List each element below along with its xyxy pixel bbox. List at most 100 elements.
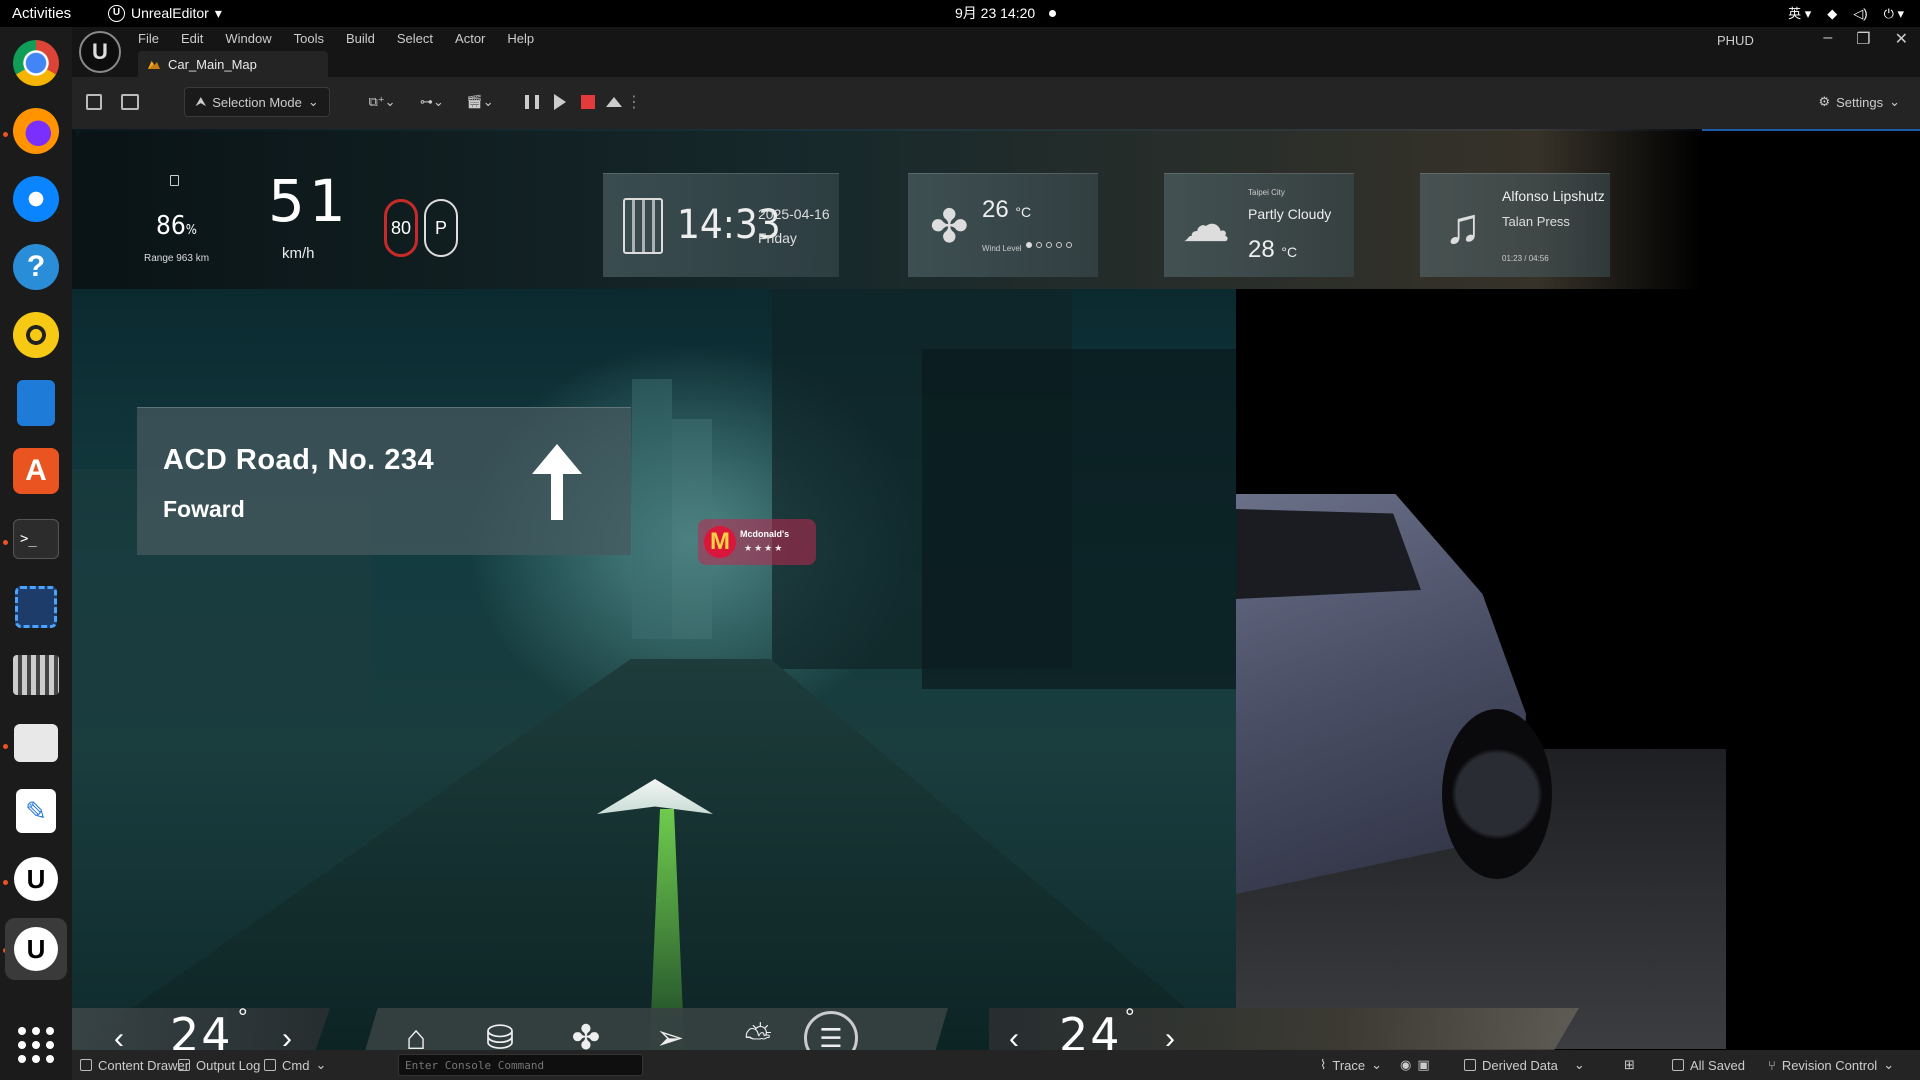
menu-select[interactable]: Select [397, 31, 433, 46]
dock-item-unreal-active[interactable]: U [5, 918, 67, 980]
minimize-icon[interactable]: – [1823, 29, 1832, 49]
menu-file[interactable]: File [138, 31, 159, 46]
temp-decrease-button[interactable]: ‹ [114, 1022, 124, 1050]
dock-item-unreal[interactable]: U [11, 854, 61, 904]
output-log-button[interactable]: Output Log [178, 1050, 260, 1080]
dock-item-files[interactable] [11, 718, 61, 768]
dock-item-help[interactable]: ? [11, 242, 61, 292]
poi-marker: M Mcdonald's ★★★★ [698, 519, 816, 565]
play-options-button[interactable]: ⋮ [626, 87, 642, 117]
wind-dot [1036, 242, 1042, 248]
seat-icon: ⛁ [485, 1019, 515, 1050]
add-actor-button[interactable]: ⧉⁺⌄ [362, 87, 402, 117]
app-center-icon: A [13, 448, 59, 494]
speed-unit: km/h [282, 245, 315, 262]
city-name: Taipei City [1248, 188, 1285, 197]
running-indicator [3, 132, 8, 137]
step-button[interactable] [548, 87, 572, 117]
range-text: Range 963 km [144, 253, 210, 264]
chevron-down-icon: ⌄ [1573, 1057, 1585, 1072]
tab-label: Car_Main_Map [168, 56, 257, 72]
weather-button[interactable]: ⛅︎ [732, 1014, 784, 1051]
navigation-button[interactable]: ➢ [644, 1014, 696, 1050]
battery-icon [170, 175, 179, 186]
trace-icon: ⌇ [1320, 1057, 1327, 1072]
chevron-down-icon: ⌄ [1883, 1057, 1895, 1072]
thunderbird-icon [13, 176, 59, 222]
blueprint-button[interactable]: ⊶⌄ [412, 87, 452, 117]
climate-card: ✤ 26 °C Wind Level [908, 173, 1098, 277]
trace-dropdown[interactable]: ⌇ Trace ⌄ [1320, 1050, 1382, 1080]
notification-dot-icon [1049, 10, 1057, 17]
menu-edit[interactable]: Edit [181, 31, 203, 46]
menu-help[interactable]: Help [507, 31, 534, 46]
eject-button[interactable] [602, 87, 626, 117]
artist-name: Alfonso Lipshutz [1502, 188, 1605, 204]
car-window [1236, 509, 1421, 599]
menu-actor[interactable]: Actor [455, 31, 485, 46]
status-icons[interactable]: ◉ ▣ [1400, 1050, 1430, 1080]
temp-decrease-button[interactable]: ‹ [1009, 1022, 1019, 1050]
car-wheel [1442, 709, 1552, 879]
dock-item-screenshot[interactable] [11, 582, 61, 632]
dock-item-writer[interactable] [11, 378, 61, 428]
stop-button[interactable] [576, 87, 600, 117]
poi-rating: ★★★★ [744, 543, 785, 553]
dock-item-rhythmbox[interactable] [11, 310, 61, 360]
camera-icon: ▣ [1417, 1057, 1430, 1072]
speed-value: 51 [268, 167, 350, 235]
activities-button[interactable]: Activities [12, 0, 71, 27]
chevron-down-icon: ⌄ [315, 1057, 327, 1072]
writer-icon [17, 380, 55, 426]
close-icon[interactable]: ✕ [1895, 29, 1908, 49]
volume-icon[interactable]: ◁) [1853, 0, 1867, 27]
wifi-icon[interactable]: ◆ [1827, 0, 1837, 27]
degree-symbol: ° [238, 1004, 248, 1031]
cinematics-button[interactable]: 🎬︎⌄ [460, 87, 500, 117]
menu-tools[interactable]: Tools [294, 31, 324, 46]
restaurant-logo-icon: M [704, 526, 736, 558]
power-icon[interactable]: ⏻ ▾ [1884, 0, 1904, 27]
system-top-bar: Activities U UnrealEditor ▾ 9月 23 14:20 … [0, 0, 1920, 27]
system-tray[interactable]: 英 ▾ ◆ ◁) ⏻ ▾ [1788, 0, 1904, 27]
content-drawer-button[interactable]: Content Drawer [80, 1050, 189, 1080]
temp-increase-button[interactable]: › [1165, 1022, 1175, 1050]
dock-item-chrome[interactable] [11, 38, 61, 88]
content-browser-button[interactable] [108, 87, 152, 117]
menu-window[interactable]: Window [225, 31, 271, 46]
unreal-logo-icon[interactable]: U [79, 31, 121, 73]
battery-percent: 86% [156, 211, 197, 241]
home-button[interactable]: ⌂ [390, 1014, 442, 1051]
restore-icon[interactable]: ❐ [1856, 29, 1870, 49]
console-input[interactable] [398, 1054, 643, 1076]
level-viewport[interactable]: 86% Range 963 km 51 km/h 80 P 14:33 2025… [72, 129, 1920, 1050]
revision-control-dropdown[interactable]: ⑂ Revision Control ⌄ [1768, 1050, 1894, 1080]
seat-button[interactable]: ⛁ [474, 1014, 526, 1050]
temp-increase-button[interactable]: › [282, 1022, 292, 1050]
database-icon [1464, 1059, 1476, 1071]
dock-item-app-center[interactable]: A [11, 446, 61, 496]
unreal-mini-icon: U [108, 5, 125, 22]
pause-button[interactable] [520, 87, 544, 117]
tab-car-main-map[interactable]: Car_Main_Map [138, 51, 328, 77]
dock-item-terminal[interactable]: >_ [11, 514, 61, 564]
day-text: Friday [758, 230, 797, 246]
dock: ? A >_ ✎ U U [0, 27, 72, 1080]
menu-build[interactable]: Build [346, 31, 375, 46]
derived-data-dropdown[interactable]: Derived Data ⌄ [1464, 1050, 1585, 1080]
fan-button[interactable]: ✤ [560, 1014, 612, 1050]
cmd-dropdown[interactable]: Cmd ⌄ [264, 1050, 326, 1080]
dock-item-firefox[interactable] [11, 106, 61, 156]
menu-button[interactable]: ☰ [804, 1011, 858, 1050]
sources-icon[interactable]: ⊞ [1624, 1050, 1635, 1080]
dock-item-video[interactable] [11, 650, 61, 700]
settings-button[interactable]: ⚙ Settings ⌄ [1818, 87, 1900, 117]
show-apps-button[interactable] [11, 1020, 61, 1070]
dock-item-thunderbird[interactable] [11, 174, 61, 224]
input-method[interactable]: 英 ▾ [1788, 0, 1811, 27]
selection-mode-dropdown[interactable]: ⮝ Selection Mode ⌄ [184, 87, 330, 117]
dock-item-text-editor[interactable]: ✎ [11, 786, 61, 836]
all-saved-button[interactable]: All Saved [1672, 1050, 1745, 1080]
clock[interactable]: 9月 23 14:20 [955, 0, 1057, 27]
app-menu[interactable]: U UnrealEditor ▾ [108, 0, 222, 27]
